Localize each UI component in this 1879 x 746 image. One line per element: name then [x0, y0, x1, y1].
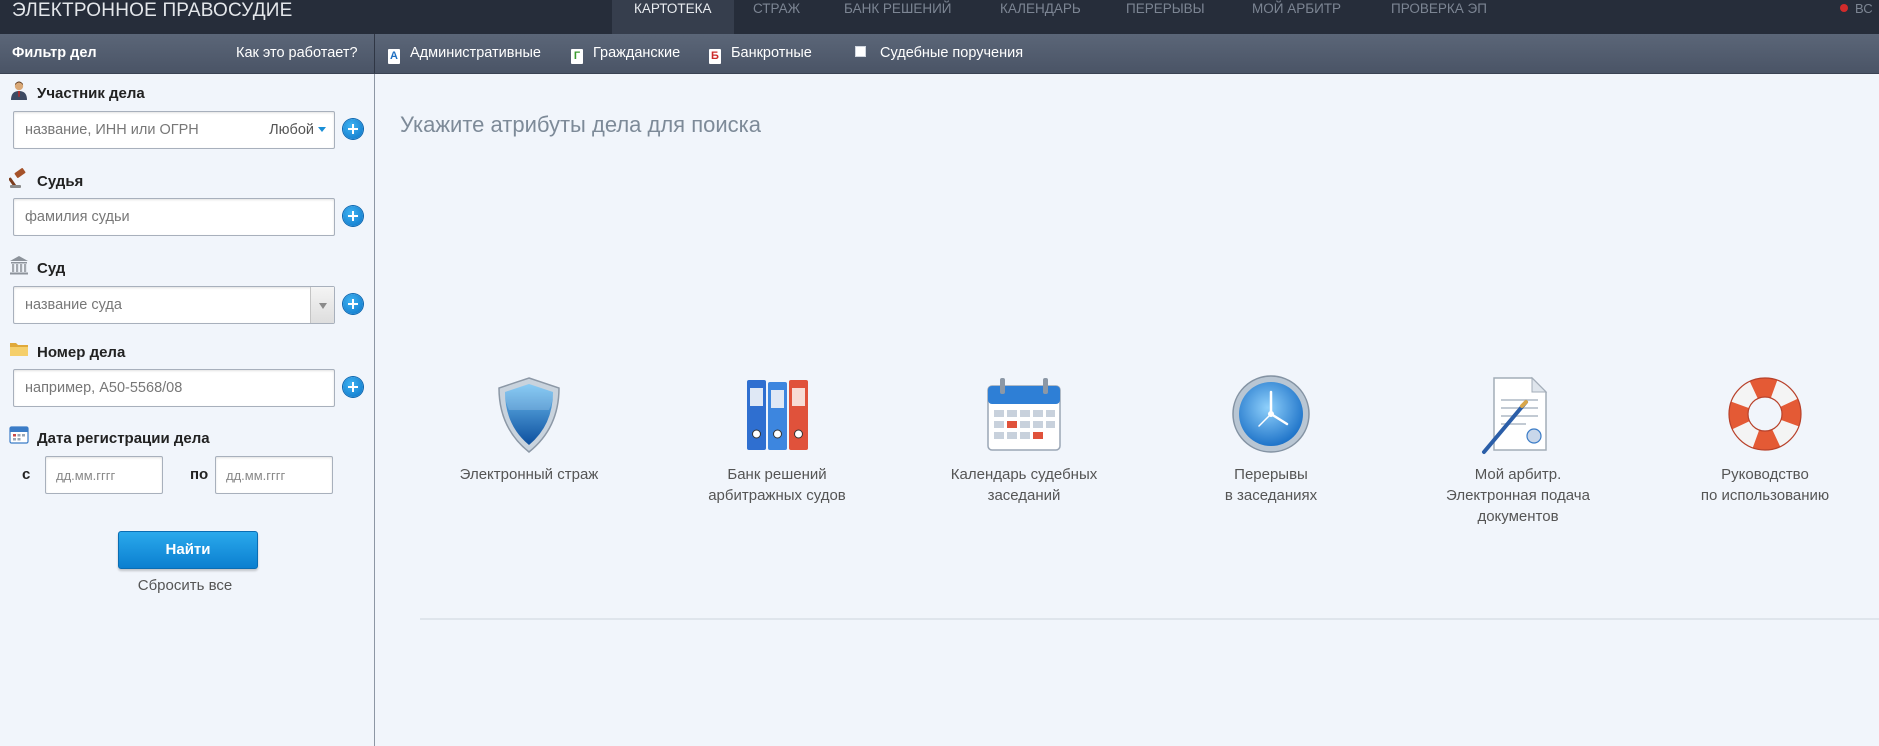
service-caption: Мой арбитр. Электронная подача документо… [1398, 464, 1638, 527]
binders-icon [735, 372, 819, 456]
folder-icon [10, 343, 28, 356]
tab-signature-check[interactable]: ПРОВЕРКА ЭП [1391, 0, 1487, 34]
top-navigation-bar: ЭЛЕКТРОННОЕ ПРАВОСУДИЕ КАРТОТЕКА СТРАЖ Б… [0, 0, 1879, 34]
case-number-input[interactable] [14, 370, 334, 406]
tab-kartoteka[interactable]: КАРТОТЕКА [612, 0, 734, 34]
service-caption: Календарь судебных заседаний [904, 464, 1144, 506]
case-number-field [13, 369, 335, 407]
administrative-badge-icon: А [388, 49, 400, 64]
tab-breaks[interactable]: ПЕРЕРЫВЫ [1126, 0, 1205, 34]
caption-line: в заседаниях [1224, 487, 1318, 504]
service-user-guide[interactable]: Руководство по использованию [1645, 372, 1879, 506]
site-logo[interactable]: ЭЛЕКТРОННОЕ ПРАВОСУДИЕ [12, 0, 293, 22]
filter-sidebar: Участник дела Любой Судья Суд Номер дела [0, 74, 375, 746]
document-pen-icon [1476, 372, 1560, 456]
filter-toolbar: Фильтр дел Как это работает? А Администра… [0, 34, 1879, 74]
court-dropdown-button[interactable] [310, 287, 334, 323]
date-from-input[interactable] [46, 457, 162, 493]
clock-icon [1229, 372, 1313, 456]
gavel-icon [9, 168, 26, 188]
courthouse-icon [10, 256, 28, 275]
page-title: Укажите атрибуты дела для поиска [400, 112, 761, 137]
tab-my-arbiter[interactable]: МОЙ АРБИТР [1252, 0, 1341, 34]
calendar-icon [9, 426, 29, 444]
court-input[interactable] [14, 287, 334, 323]
participant-label: Участник дела [37, 85, 145, 102]
chevron-down-icon [318, 127, 326, 132]
filter-administrative[interactable]: А Административные [388, 34, 541, 73]
caption-line: по использованию [1700, 487, 1830, 504]
add-case-number-button[interactable] [343, 377, 363, 397]
filter-civil[interactable]: Г Гражданские [571, 34, 680, 73]
status-dot-icon [1840, 4, 1848, 12]
case-number-label: Номер дела [37, 344, 126, 361]
tab-strazh[interactable]: СТРАЖ [753, 0, 800, 34]
date-to-input[interactable] [216, 457, 332, 493]
caption-line: Электронный страж [459, 466, 599, 483]
caption-line: Руководство [1721, 466, 1809, 483]
status-label: ВС [1855, 1, 1873, 16]
service-decisions-bank[interactable]: Банк решений арбитражных судов [657, 372, 897, 506]
lifebuoy-icon [1723, 372, 1807, 456]
calendar-icon [982, 372, 1066, 456]
status-indicator[interactable]: ВС [1840, 0, 1873, 18]
caption-line: Мой арбитр. [1474, 466, 1562, 483]
court-label: Суд [37, 260, 66, 277]
judge-field [13, 198, 335, 236]
tab-calendar[interactable]: КАЛЕНДАРЬ [1000, 0, 1081, 34]
date-to-label: по [190, 466, 209, 483]
date-from-field [45, 456, 163, 494]
reg-date-label: Дата регистрации дела [37, 430, 210, 447]
participant-role-value: Любой [269, 122, 314, 138]
filter-court-orders-label: Судебные поручения [880, 45, 1024, 61]
add-judge-button[interactable] [343, 206, 363, 226]
caption-line: Перерывы [1234, 466, 1308, 483]
judge-input[interactable] [14, 199, 334, 235]
add-participant-button[interactable] [343, 119, 363, 139]
service-caption: Банк решений арбитражных судов [657, 464, 897, 506]
date-to-field [215, 456, 333, 494]
service-my-arbiter[interactable]: Мой арбитр. Электронная подача документо… [1398, 372, 1638, 527]
caption-line: заседаний [987, 487, 1061, 504]
judge-label: Судья [37, 173, 84, 190]
caption-line: Банк решений [727, 466, 827, 483]
filter-bankruptcy[interactable]: Б Банкротные [709, 34, 812, 73]
participant-role-select[interactable]: Любой [269, 112, 326, 148]
filter-bankruptcy-label: Банкротные [731, 45, 812, 61]
caption-line: документов [1477, 508, 1559, 525]
date-from-label: с [22, 466, 31, 483]
filter-court-orders[interactable]: Судебные поручения [855, 34, 1023, 73]
bankruptcy-badge-icon: Б [709, 49, 721, 64]
filter-administrative-label: Административные [410, 45, 541, 61]
caption-line: арбитражных судов [708, 487, 846, 504]
service-session-breaks[interactable]: Перерывы в заседаниях [1151, 372, 1391, 506]
add-court-button[interactable] [343, 294, 363, 314]
how-it-works-link[interactable]: Как это работает? [236, 34, 358, 73]
reset-all-link[interactable]: Сбросить все [0, 577, 370, 594]
caption-line: Календарь судебных [950, 466, 1098, 483]
participant-field: Любой [13, 111, 335, 149]
shield-icon [487, 372, 571, 456]
chevron-down-icon [319, 303, 327, 309]
service-caption: Электронный страж [409, 464, 649, 485]
user-icon [11, 81, 27, 100]
content-divider [420, 618, 1879, 620]
service-caption: Перерывы в заседаниях [1151, 464, 1391, 506]
filter-header: Фильтр дел Как это работает? [0, 34, 375, 73]
court-orders-checkbox[interactable] [855, 46, 866, 57]
tab-bank-resheniy[interactable]: БАНК РЕШЕНИЙ [844, 0, 951, 34]
filter-title: Фильтр дел [12, 45, 97, 61]
find-button[interactable]: Найти [118, 531, 258, 569]
service-caption: Руководство по использованию [1645, 464, 1879, 506]
service-court-calendar[interactable]: Календарь судебных заседаний [904, 372, 1144, 506]
caption-line: Электронная подача [1446, 487, 1590, 504]
court-field [13, 286, 335, 324]
civil-badge-icon: Г [571, 49, 583, 64]
service-electronic-guard[interactable]: Электронный страж [409, 372, 649, 485]
filter-civil-label: Гражданские [593, 45, 681, 61]
